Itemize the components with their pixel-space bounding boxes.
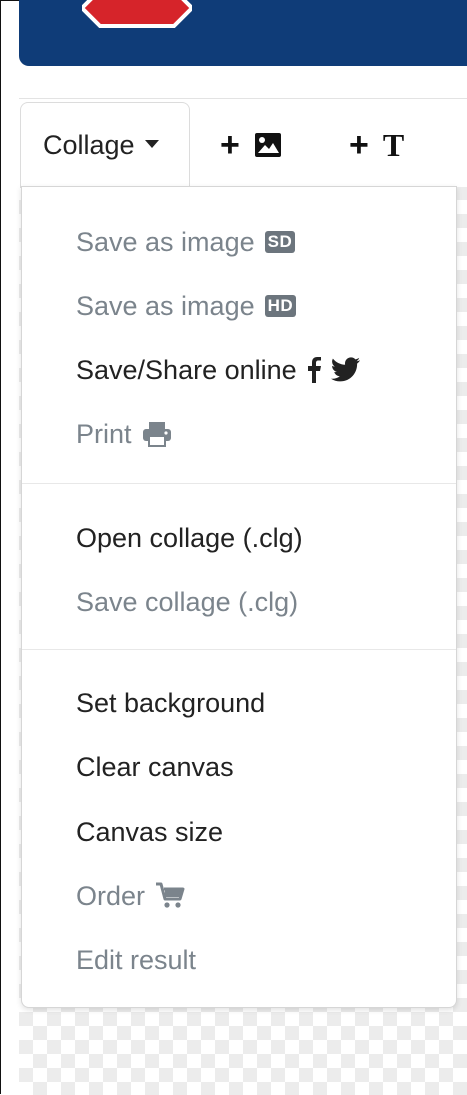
- cart-icon: [155, 882, 185, 910]
- stop-sign-logo: [82, 0, 192, 28]
- menu-item-save-collage[interactable]: Save collage (.clg): [76, 582, 298, 622]
- menu-item-label: Save collage (.clg): [76, 587, 299, 617]
- menu-item-label: Save/Share online: [76, 355, 297, 385]
- menu-item-print[interactable]: Print: [76, 414, 172, 454]
- menu-item-label: Canvas size: [76, 817, 224, 847]
- add-text-button[interactable]: + T: [349, 125, 404, 165]
- image-icon: [254, 132, 282, 158]
- collage-menu-label: Collage: [43, 130, 135, 160]
- text-icon: T: [382, 127, 405, 163]
- plus-icon: +: [349, 126, 369, 164]
- print-icon: [142, 421, 172, 447]
- menu-item-label: Order: [76, 881, 146, 911]
- menu-divider: [22, 483, 456, 484]
- menu-item-save-image-hd[interactable]: Save as image HD: [76, 286, 297, 326]
- menu-item-save-image-sd[interactable]: Save as image SD: [76, 222, 296, 262]
- facebook-icon: [307, 357, 321, 383]
- menu-item-share-online[interactable]: Save/Share online: [76, 350, 361, 390]
- menu-item-label: Save as image: [76, 227, 255, 257]
- menu-item-label: Set background: [76, 688, 266, 718]
- menu-item-clear-canvas[interactable]: Clear canvas: [76, 747, 234, 787]
- header-banner: [19, 0, 467, 66]
- menu-item-label: Open collage (.clg): [76, 523, 303, 553]
- menu-item-label: Save as image: [76, 291, 255, 321]
- collage-menu-button[interactable]: Collage: [20, 102, 190, 188]
- menu-item-label: Clear canvas: [76, 752, 234, 782]
- menu-item-label: Print: [76, 419, 132, 449]
- twitter-icon: [330, 357, 361, 383]
- menu-item-label: Edit result: [76, 945, 197, 975]
- plus-icon: +: [220, 126, 240, 164]
- toolbar: Collage + + T: [19, 98, 467, 188]
- caret-down-icon: [144, 139, 159, 148]
- menu-item-order[interactable]: Order: [76, 876, 185, 916]
- menu-item-set-background[interactable]: Set background: [76, 683, 265, 723]
- collage-dropdown-menu: Save as image SD Save as image HD Save/S…: [21, 186, 457, 1008]
- hd-badge-icon: HD: [264, 295, 297, 317]
- menu-divider: [22, 649, 456, 650]
- menu-item-edit-result[interactable]: Edit result: [76, 940, 196, 980]
- menu-item-canvas-size[interactable]: Canvas size: [76, 812, 223, 852]
- add-image-button[interactable]: +: [220, 125, 282, 165]
- menu-item-open-collage[interactable]: Open collage (.clg): [76, 518, 303, 558]
- sd-badge-icon: SD: [264, 231, 296, 253]
